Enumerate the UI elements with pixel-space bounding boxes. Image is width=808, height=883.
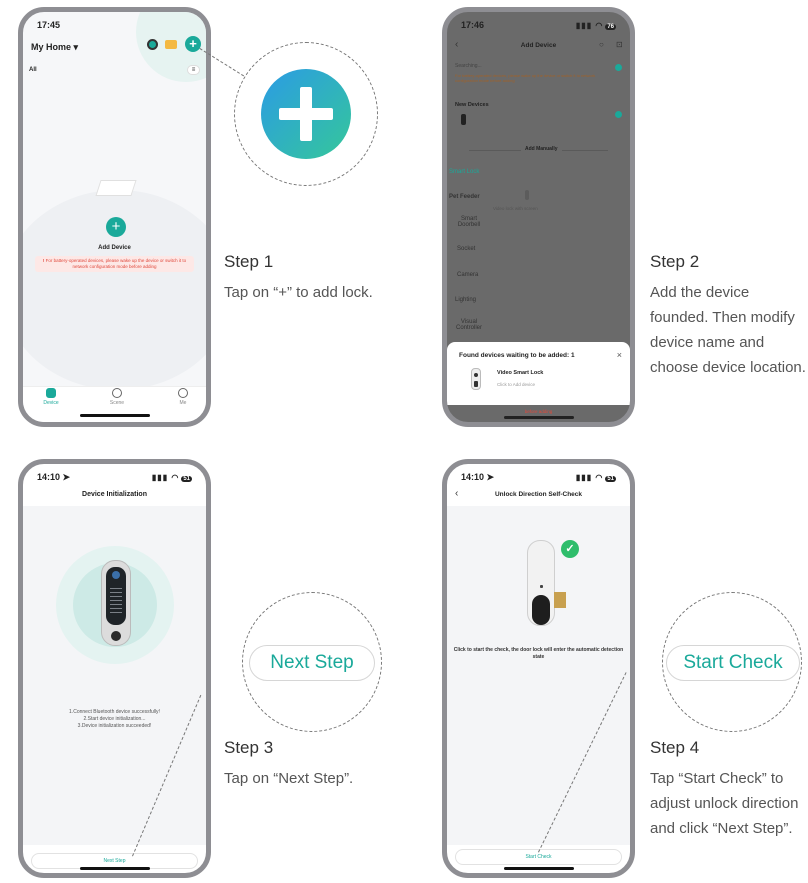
warning-banner: ! For battery-operated devices, please w… <box>35 256 194 272</box>
video-lock-label[interactable]: Video lock with screen <box>493 206 538 211</box>
new-devices-label: New Devices <box>455 102 489 108</box>
fingerprint-icon <box>111 631 121 641</box>
start-check-callout: Start Check <box>666 645 800 681</box>
battery-icon: 76 <box>605 24 616 30</box>
device-icon <box>46 388 56 398</box>
status-line: 2.Start device initialization... <box>83 716 146 722</box>
status-bar: 14:10 ➤ ▮▮▮ ◠ 51 <box>461 470 616 484</box>
found-device-item[interactable]: Video Smart Lock Click to Add device <box>457 366 620 396</box>
step2-title: Step 2 <box>650 252 700 271</box>
warning-icon: ! <box>42 258 45 263</box>
status-line: 3.Device initialization succeeded! <box>77 723 152 729</box>
step2-description: Add the device founded. Then modify devi… <box>650 284 806 376</box>
bottom-nav: Device Scene Me <box>23 386 206 422</box>
home-indicator <box>79 414 150 417</box>
found-devices-popup: Found devices waiting to be added: 1 × V… <box>447 342 630 405</box>
searching-dot <box>615 64 622 71</box>
lock-bolt <box>554 592 566 608</box>
scan-icon[interactable] <box>147 39 158 50</box>
battery-icon: 51 <box>605 476 616 482</box>
home-indicator <box>503 867 574 870</box>
tab-device[interactable]: Device <box>31 388 71 406</box>
warning-text: For battery-operated devices, please wak… <box>45 258 187 269</box>
tutorial-page: 17:45 ▮▮▮ ◠76 My Home ▾ + All ≡ + Add De… <box>0 0 808 883</box>
step4-description: Tap “Start Check” to adjust unlock direc… <box>650 770 799 837</box>
video-lock-icon <box>471 368 481 390</box>
status-bar: 17:46 ▮▮▮ ◠ 76 <box>461 18 616 32</box>
step4-title: Step 4 <box>650 738 700 757</box>
folder-icon[interactable] <box>165 40 177 49</box>
lock-handle <box>532 595 550 625</box>
category-pet-feeder[interactable]: Pet Feeder <box>449 194 480 200</box>
signal-icon: ▮▮▮ ◠ <box>575 21 604 30</box>
step1-title: Step 1 <box>224 252 274 271</box>
phone-step2: 17:46 ▮▮▮ ◠ 76 ‹ Add Device ○ ⊡ Searching… <box>442 7 635 427</box>
check-success-icon: ✓ <box>561 540 579 558</box>
add-manually-label: Add Manually <box>521 146 562 152</box>
battery-hint-text: For battery-operated devices, please wak… <box>455 73 596 83</box>
lock-body-illustration <box>527 540 555 626</box>
step3-description: Tap on “Next Step”. <box>224 770 354 787</box>
status-time: 14:10 ➤ <box>461 471 495 482</box>
camera-lens-icon <box>112 571 120 579</box>
status-time: 17:45 <box>37 20 61 30</box>
filter-tab-all[interactable]: All <box>29 67 37 73</box>
lock-thumbnail-icon <box>461 114 466 125</box>
phone-step3: 14:10 ➤ ▮▮▮ ◠ 51 Device Initialization 1.… <box>18 459 211 878</box>
new-device-dot[interactable] <box>615 111 622 118</box>
lock-dot <box>540 585 543 588</box>
keypad-icon <box>110 585 122 615</box>
add-plus-icon[interactable]: + <box>185 36 201 52</box>
video-lock-thumbnail-icon <box>525 190 529 200</box>
step3-title: Step 3 <box>224 738 274 757</box>
bottom-hint: before adding <box>524 409 553 414</box>
home-indicator <box>79 867 150 870</box>
category-socket[interactable]: Socket <box>457 246 475 252</box>
home-indicator <box>503 416 574 419</box>
tab-me[interactable]: Me <box>163 388 203 406</box>
menu-icon[interactable]: ≡ <box>187 65 200 75</box>
phone-step4: 14:10 ➤ ▮▮▮ ◠ 51 ‹ Unlock Direction Self-… <box>442 459 635 878</box>
init-status-lines: 1.Connect Bluetooth device successfully!… <box>23 709 206 730</box>
scene-icon <box>112 388 122 398</box>
device-name: Video Smart Lock <box>497 370 544 376</box>
page-title: Device Initialization <box>82 491 147 498</box>
home-title[interactable]: My Home ▾ <box>31 42 78 53</box>
device-box-illustration <box>95 180 137 196</box>
status-time: 14:10 ➤ <box>37 471 71 482</box>
battery-icon: 51 <box>181 476 192 482</box>
popup-close-icon[interactable]: × <box>617 350 622 360</box>
tab-scene[interactable]: Scene <box>97 388 137 406</box>
instruction-text: Click to start the check, the door lock … <box>453 647 624 660</box>
searching-text: Searching... <box>455 63 482 69</box>
category-camera[interactable]: Camera <box>457 272 478 278</box>
search-icon[interactable]: ○ <box>599 40 604 49</box>
status-line: 1.Connect Bluetooth device successfully! <box>69 709 160 715</box>
popup-title: Found devices waiting to be added: 1 <box>459 352 575 359</box>
category-smart-doorbell[interactable]: Smart Doorbell <box>451 216 487 228</box>
device-subtitle: Click to Add device <box>497 382 536 387</box>
page-title: Unlock Direction Self-Check <box>494 491 583 498</box>
smart-lock-illustration <box>101 560 131 646</box>
category-visual-controller[interactable]: Visual Controller <box>451 319 487 331</box>
signal-icon: ▮▮▮ ◠ <box>575 473 604 482</box>
step1-description: Tap on “+” to add lock. <box>224 284 373 301</box>
scan-icon[interactable]: ⊡ <box>616 40 623 49</box>
me-icon <box>178 388 188 398</box>
next-step-callout: Next Step <box>249 645 375 681</box>
status-bar: 14:10 ➤ ▮▮▮ ◠ 51 <box>37 470 192 484</box>
category-lighting[interactable]: Lighting <box>455 297 476 303</box>
signal-icon: ▮▮▮ ◠ <box>151 473 180 482</box>
category-smart-lock[interactable]: Smart Lock <box>449 169 479 175</box>
add-device-label: Add Device <box>98 245 131 251</box>
status-time: 17:46 <box>461 20 485 30</box>
add-device-button[interactable]: + <box>106 217 126 237</box>
phone-step1: 17:45 ▮▮▮ ◠76 My Home ▾ + All ≡ + Add De… <box>18 7 211 427</box>
plus-icon-zoom <box>261 69 351 159</box>
